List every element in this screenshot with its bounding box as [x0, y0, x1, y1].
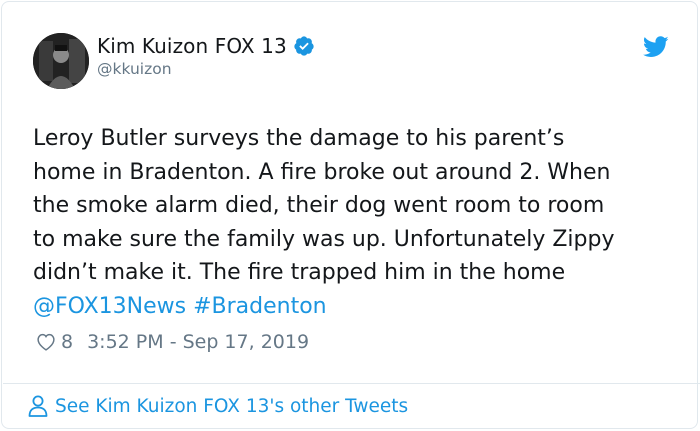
divider: [3, 383, 700, 384]
author-name[interactable]: Kim Kuizon FOX 13: [97, 34, 287, 58]
avatar[interactable]: [33, 33, 89, 89]
tweet-timestamp[interactable]: 3:52 PM - Sep 17, 2019: [87, 331, 309, 353]
tweet-line: the smoke alarm died, their dog went roo…: [33, 193, 605, 218]
heart-icon[interactable]: [35, 331, 57, 353]
person-icon: [27, 394, 49, 418]
like-count[interactable]: 8: [61, 331, 73, 353]
tweet-tags-line: @FOX13News #Bradenton: [33, 290, 683, 324]
tweet-meta: 8 3:52 PM - Sep 17, 2019: [35, 331, 309, 353]
tweet-text: Leroy Butler surveys the damage to his p…: [33, 122, 683, 323]
tweet-line: to make sure the family was up. Unfortun…: [33, 226, 615, 252]
avatar-photo: [33, 33, 89, 89]
tweet-card: Kim Kuizon FOX 13 @kkuizon Leroy Butler …: [1, 1, 700, 429]
author-handle[interactable]: @kkuizon: [97, 60, 172, 78]
tweet-line: home in Bradenton. A fire broke out arou…: [33, 159, 611, 185]
other-tweets-label: See Kim Kuizon FOX 13's other Tweets: [55, 395, 409, 417]
other-tweets-link[interactable]: See Kim Kuizon FOX 13's other Tweets: [27, 394, 408, 418]
twitter-bird-icon[interactable]: [642, 36, 669, 58]
verified-badge-icon: [293, 35, 315, 57]
tweet-line: Leroy Butler surveys the damage to his p…: [33, 126, 565, 151]
mention-link[interactable]: @FOX13News: [33, 294, 186, 319]
hashtag-link[interactable]: #Bradenton: [193, 294, 327, 319]
tweet-line: didn’t make it. The fire trapped him in …: [33, 260, 566, 285]
